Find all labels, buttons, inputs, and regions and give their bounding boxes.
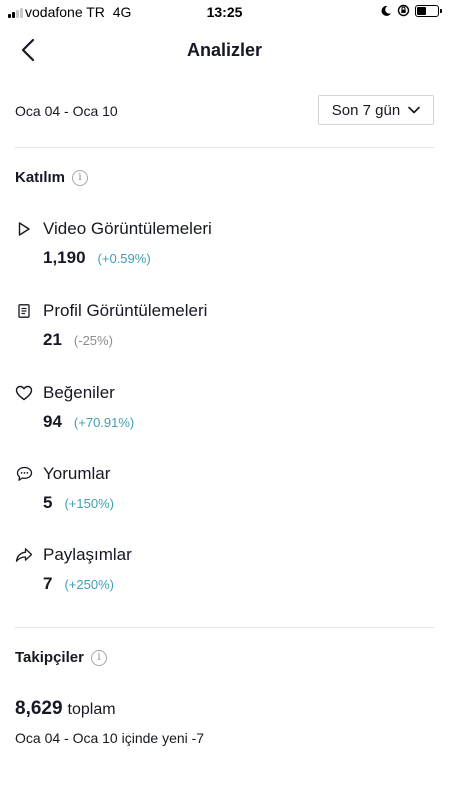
metric-profile-views: Profil Görüntülemeleri 21 (-25%): [15, 299, 435, 350]
share-icon: [15, 546, 33, 564]
metric-value: 21: [43, 330, 62, 349]
rotation-lock-icon: [397, 4, 410, 17]
divider: [15, 147, 434, 148]
engagement-header: Katılım i: [15, 169, 89, 186]
date-filter-row: Oca 04 - Oca 10 Son 7 gün: [15, 95, 434, 127]
play-icon: [15, 220, 33, 238]
followers-title: Takipçiler: [15, 649, 84, 666]
chevron-down-icon: [408, 106, 421, 114]
engagement-title: Katılım: [15, 169, 66, 186]
metric-label: Yorumlar: [43, 464, 111, 483]
heart-icon: [15, 384, 33, 402]
metric-label: Paylaşımlar: [43, 545, 132, 564]
metric-video-views: Video Görüntülemeleri 1,190 (+0.59%): [15, 217, 435, 268]
metric-change: (+250%): [64, 577, 114, 592]
info-icon[interactable]: i: [90, 649, 107, 666]
metric-label: Video Görüntülemeleri: [43, 219, 212, 238]
info-icon[interactable]: i: [72, 169, 89, 186]
metric-change: (-25%): [73, 333, 113, 348]
followers-total: 8,629 toplam: [15, 698, 116, 720]
period-dropdown[interactable]: Son 7 gün: [318, 95, 434, 125]
status-bar: vodafone TR 4G 13:25: [0, 0, 449, 24]
metric-shares: Paylaşımlar 7 (+250%): [15, 543, 435, 594]
comment-icon: [15, 465, 33, 483]
metric-likes: Beğeniler 94 (+70.91%): [15, 381, 435, 432]
followers-unit: toplam: [67, 701, 116, 718]
status-icons: [380, 4, 442, 17]
nav-header: Analizler: [0, 28, 449, 72]
metric-label: Beğeniler: [43, 383, 115, 402]
period-label: Son 7 gün: [331, 101, 401, 119]
date-range: Oca 04 - Oca 10: [15, 103, 118, 119]
followers-count: 8,629: [15, 698, 63, 719]
metric-value: 1,190: [43, 248, 86, 267]
metric-change: (+70.91%): [73, 415, 135, 430]
metric-value: 7: [43, 574, 53, 593]
metric-value: 5: [43, 493, 53, 512]
followers-new-summary: Oca 04 - Oca 10 içinde yeni -7: [15, 730, 205, 746]
metric-change: (+0.59%): [97, 251, 151, 266]
divider: [15, 627, 434, 628]
metric-label: Profil Görüntülemeleri: [43, 301, 208, 320]
battery-icon: [415, 4, 442, 17]
metric-comments: Yorumlar 5 (+150%): [15, 462, 435, 513]
metric-value: 94: [43, 412, 62, 431]
page-title: Analizler: [186, 40, 263, 60]
metric-change: (+150%): [64, 496, 114, 511]
profile-icon: [15, 302, 33, 320]
moon-icon: [381, 5, 391, 16]
followers-header: Takipçiler i: [15, 649, 107, 666]
